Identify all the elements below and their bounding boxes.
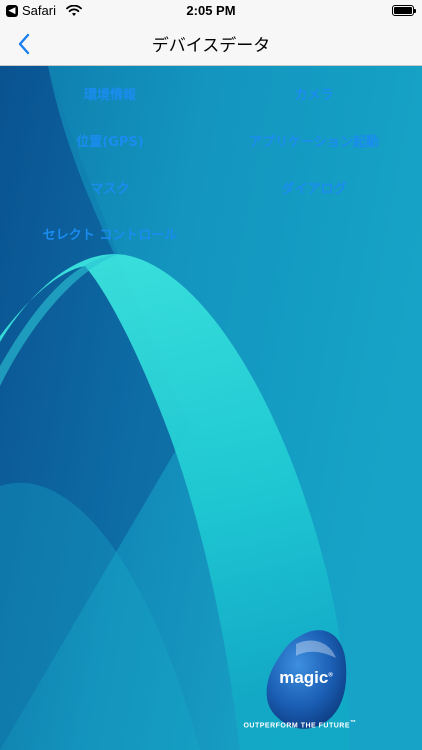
content-area: 環境情報 カメラ 位置(GPS) アプリケーション起動 マスク ダイアログ セレ… [0,66,422,750]
magic-logo: magic® [279,668,333,688]
menu-link-select-control[interactable]: セレクト コントロール [43,224,178,243]
tagline-trademark: ™ [350,720,357,726]
page-title: デバイスデータ [151,36,271,56]
app-screen: ◀ Safari 2:05 PM デバイスデータ 環境情報 カメラ 位置(GPS… [0,0,422,750]
logo-name: magic [279,668,329,687]
menu-link-mask[interactable]: マスク [90,178,129,197]
navigation-bar: デバイスデータ [0,22,422,66]
background-artwork [0,66,422,750]
battery-icon [392,5,416,16]
status-bar: ◀ Safari 2:05 PM [0,0,422,22]
status-time: 2:05 PM [186,3,236,18]
tagline-text: OUTPERFORM THE FUTURE [243,722,351,730]
logo-trademark: ® [328,672,333,679]
menu-link-launch-application[interactable]: アプリケーション起動 [249,131,379,150]
menu-link-dialog[interactable]: ダイアログ [281,178,346,197]
battery-fill [394,7,412,14]
menu-link-environment-info[interactable]: 環境情報 [84,84,136,103]
logo-tagline: OUTPERFORM THE FUTURE™ [243,720,356,729]
menu-link-camera[interactable]: カメラ [294,84,333,103]
menu-link-location-gps[interactable]: 位置(GPS) [76,131,143,150]
